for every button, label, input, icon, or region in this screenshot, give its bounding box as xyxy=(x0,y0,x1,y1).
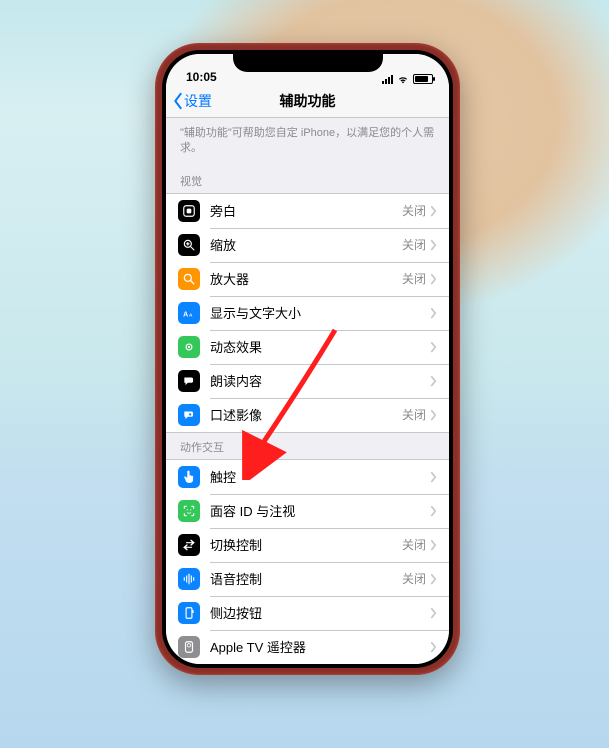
row-status: 关闭 xyxy=(402,536,426,553)
row-status: 关闭 xyxy=(402,202,426,219)
touch-icon xyxy=(178,466,200,488)
row-label: 语音控制 xyxy=(210,569,402,588)
chevron-right-icon xyxy=(430,205,437,216)
wifi-icon xyxy=(397,75,409,84)
zoom-icon xyxy=(178,234,200,256)
row-motion[interactable]: 动态效果 xyxy=(166,330,449,364)
row-voice-ctrl[interactable]: 语音控制关闭 xyxy=(166,562,449,596)
section-header: 视觉 xyxy=(166,167,449,193)
voice-ctrl-icon xyxy=(178,568,200,590)
chevron-left-icon xyxy=(172,92,184,110)
chevron-right-icon xyxy=(430,539,437,550)
row-label: 显示与文字大小 xyxy=(210,303,430,322)
voiceover-icon xyxy=(178,200,200,222)
row-faceid[interactable]: 面容 ID 与注视 xyxy=(166,494,449,528)
row-appletv[interactable]: Apple TV 遥控器 xyxy=(166,630,449,664)
battery-icon xyxy=(413,74,433,84)
row-label: 动态效果 xyxy=(210,337,430,356)
row-label: 触控 xyxy=(210,467,430,486)
row-spoken[interactable]: 朗读内容 xyxy=(166,364,449,398)
section-header: 动作交互 xyxy=(166,433,449,459)
status-time: 10:05 xyxy=(186,70,217,84)
cellular-icon xyxy=(382,75,393,84)
iphone-frame: 10:05 设置 辅助功能 "辅助功能"可帮助您自定 iPho xyxy=(155,43,460,675)
row-switch[interactable]: 切换控制关闭 xyxy=(166,528,449,562)
nav-bar: 设置 辅助功能 xyxy=(166,84,449,118)
side-button-icon xyxy=(178,602,200,624)
row-label: 朗读内容 xyxy=(210,371,430,390)
chevron-right-icon xyxy=(430,409,437,420)
audio-desc-icon xyxy=(178,404,200,426)
svg-text:A: A xyxy=(189,312,193,317)
row-status: 关闭 xyxy=(402,570,426,587)
row-status: 关闭 xyxy=(402,270,426,287)
chevron-right-icon xyxy=(430,607,437,618)
row-audio-desc[interactable]: 口述影像关闭 xyxy=(166,398,449,432)
row-label: 缩放 xyxy=(210,235,402,254)
screen: 10:05 设置 辅助功能 "辅助功能"可帮助您自定 iPho xyxy=(166,54,449,664)
faceid-icon xyxy=(178,500,200,522)
chevron-right-icon xyxy=(430,273,437,284)
row-label: 面容 ID 与注视 xyxy=(210,501,430,520)
speech-icon xyxy=(178,370,200,392)
row-display-text[interactable]: AA 显示与文字大小 xyxy=(166,296,449,330)
appletv-icon xyxy=(178,636,200,658)
motion-icon xyxy=(178,336,200,358)
row-zoom[interactable]: 缩放关闭 xyxy=(166,228,449,262)
row-touch[interactable]: 触控 xyxy=(166,460,449,494)
back-label: 设置 xyxy=(184,91,212,111)
textsize-icon: AA xyxy=(178,302,200,324)
settings-group: 触控面容 ID 与注视切换控制关闭语音控制关闭侧边按钮Apple TV 遥控器键… xyxy=(166,459,449,664)
notch xyxy=(233,50,383,72)
chevron-right-icon xyxy=(430,573,437,584)
chevron-right-icon xyxy=(430,471,437,482)
row-label: 旁白 xyxy=(210,201,402,220)
content-scroll[interactable]: "辅助功能"可帮助您自定 iPhone，以满足您的个人需求。 视觉旁白关闭缩放关… xyxy=(166,118,449,664)
chevron-right-icon xyxy=(430,375,437,386)
row-status: 关闭 xyxy=(402,236,426,253)
settings-group: 旁白关闭缩放关闭放大器关闭AA显示与文字大小动态效果朗读内容口述影像关闭 xyxy=(166,193,449,433)
row-voiceover[interactable]: 旁白关闭 xyxy=(166,194,449,228)
row-label: 口述影像 xyxy=(210,405,402,424)
chevron-right-icon xyxy=(430,641,437,652)
back-button[interactable]: 设置 xyxy=(172,84,212,117)
chevron-right-icon xyxy=(430,341,437,352)
row-label: Apple TV 遥控器 xyxy=(210,637,430,656)
chevron-right-icon xyxy=(430,307,437,318)
row-magnifier[interactable]: 放大器关闭 xyxy=(166,262,449,296)
page-description: "辅助功能"可帮助您自定 iPhone，以满足您的个人需求。 xyxy=(166,118,449,167)
page-title: 辅助功能 xyxy=(280,91,336,111)
row-label: 侧边按钮 xyxy=(210,603,430,622)
chevron-right-icon xyxy=(430,239,437,250)
svg-text:A: A xyxy=(183,311,188,318)
magnifier-icon xyxy=(178,268,200,290)
bezel: 10:05 设置 辅助功能 "辅助功能"可帮助您自定 iPho xyxy=(162,50,453,668)
row-label: 放大器 xyxy=(210,269,402,288)
chevron-right-icon xyxy=(430,505,437,516)
row-label: 切换控制 xyxy=(210,535,402,554)
row-side-button[interactable]: 侧边按钮 xyxy=(166,596,449,630)
switch-icon xyxy=(178,534,200,556)
row-status: 关闭 xyxy=(402,406,426,423)
